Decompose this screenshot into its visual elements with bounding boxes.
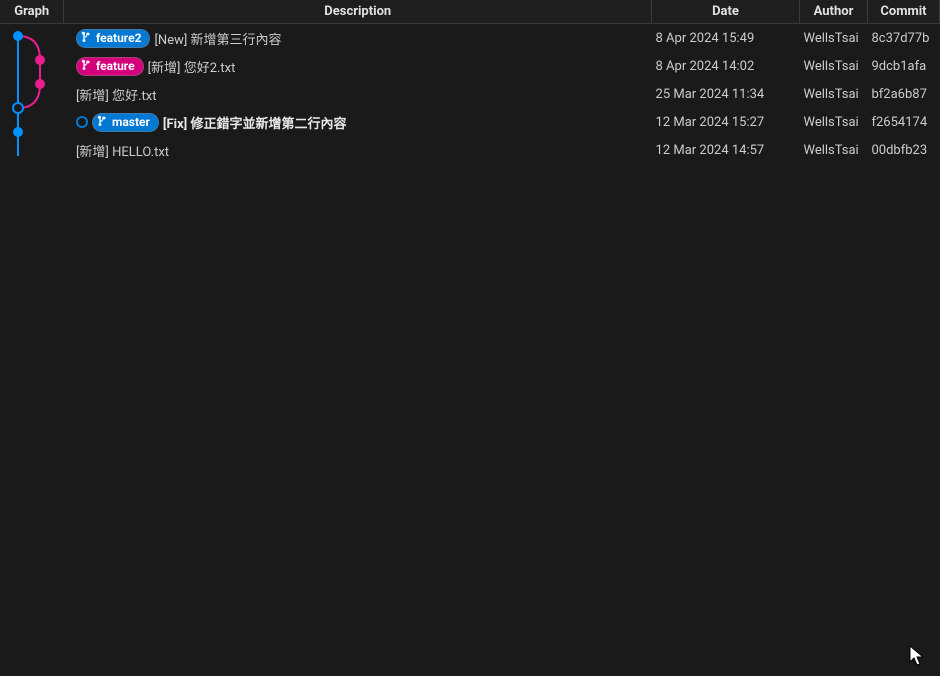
- date-cell: 8 Apr 2024 15:49: [652, 24, 800, 53]
- author-cell: WellsTsai: [799, 108, 867, 136]
- commit-message: [Fix] 修正錯字並新增第二行內容: [163, 113, 347, 132]
- date-cell: 12 Mar 2024 14:57: [652, 136, 800, 164]
- header-graph[interactable]: Graph: [0, 0, 64, 24]
- graph-cell: [0, 52, 64, 80]
- head-marker-icon: [76, 116, 88, 128]
- branch-tag[interactable]: master: [92, 113, 159, 132]
- commit-hash-cell: 9dcb1afa: [867, 52, 939, 80]
- commit-hash-cell: bf2a6b87: [867, 80, 939, 108]
- commit-hash-cell: f2654174: [867, 108, 939, 136]
- description-cell: master [Fix] 修正錯字並新增第二行內容: [72, 110, 644, 134]
- branch-label: feature2: [96, 31, 142, 45]
- commit-hash-cell: 00dbfb23: [867, 136, 939, 164]
- graph-cell: [0, 136, 64, 164]
- author-cell: WellsTsai: [799, 80, 867, 108]
- description-cell: feature2 [New] 新增第三行內容: [72, 26, 644, 50]
- author-cell: WellsTsai: [799, 24, 867, 53]
- graph-cell: [0, 108, 64, 136]
- commit-row[interactable]: [新增] 您好.txt 25 Mar 2024 11:34WellsTsaibf2…: [0, 80, 940, 108]
- commit-hash-cell: 8c37d77b: [867, 24, 939, 53]
- mouse-cursor-icon: [908, 644, 926, 668]
- commit-message: [新增] 您好2.txt: [148, 57, 236, 76]
- graph-cell: [0, 24, 64, 53]
- commit-row[interactable]: feature2 [New] 新增第三行內容 8 Apr 2024 15:49Wel…: [0, 24, 940, 53]
- author-cell: WellsTsai: [799, 52, 867, 80]
- branch-icon: [81, 31, 93, 46]
- description-cell: [新增] HELLO.txt: [72, 138, 644, 162]
- date-cell: 8 Apr 2024 14:02: [652, 52, 800, 80]
- date-cell: 25 Mar 2024 11:34: [652, 80, 800, 108]
- branch-label: master: [112, 115, 150, 129]
- commit-message: [新增] 您好.txt: [76, 85, 157, 104]
- table-header-row: Graph Description Date Author Commit: [0, 0, 940, 24]
- commit-row[interactable]: master [Fix] 修正錯字並新增第二行內容 12 Mar 2024 15:2…: [0, 108, 940, 136]
- branch-icon: [81, 59, 93, 74]
- commit-message: [新增] HELLO.txt: [76, 141, 169, 160]
- commit-message: [New] 新增第三行內容: [154, 29, 281, 48]
- branch-tag[interactable]: feature2: [76, 29, 151, 48]
- commit-row[interactable]: [新增] HELLO.txt 12 Mar 2024 14:57WellsTsai…: [0, 136, 940, 164]
- branch-label: feature: [96, 59, 135, 73]
- header-commit[interactable]: Commit: [867, 0, 939, 24]
- header-date[interactable]: Date: [652, 0, 800, 24]
- graph-cell: [0, 80, 64, 108]
- description-cell: feature [新增] 您好2.txt: [72, 54, 644, 78]
- description-cell: [新增] 您好.txt: [72, 82, 644, 106]
- commit-table: Graph Description Date Author Commit fea…: [0, 0, 940, 164]
- commit-row[interactable]: feature [新增] 您好2.txt 8 Apr 2024 14:02Wells…: [0, 52, 940, 80]
- branch-tag[interactable]: feature: [76, 57, 144, 76]
- date-cell: 12 Mar 2024 15:27: [652, 108, 800, 136]
- author-cell: WellsTsai: [799, 136, 867, 164]
- header-description[interactable]: Description: [64, 0, 652, 24]
- branch-icon: [97, 115, 109, 130]
- header-author[interactable]: Author: [799, 0, 867, 24]
